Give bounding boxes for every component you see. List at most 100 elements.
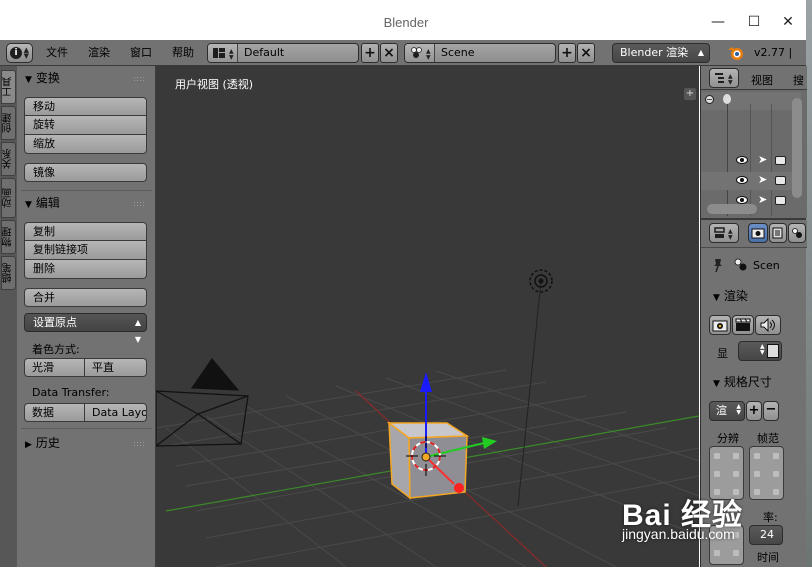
mirror-button[interactable]: 镜像 (24, 163, 147, 182)
selectable-cursor-icon[interactable]: ➤ (758, 173, 767, 186)
tab-physics[interactable]: 物理 (1, 220, 16, 254)
x-axis-arrow-icon[interactable] (454, 483, 464, 493)
tab-tools[interactable]: 工具 (1, 70, 16, 104)
dimensions-panel-title: 规格尺寸 (723, 375, 772, 389)
render-camera-icon[interactable] (775, 176, 786, 185)
selectable-cursor-icon[interactable]: ➤ (758, 153, 767, 166)
outliner-search-menu[interactable]: 搜 (793, 72, 804, 88)
add-scene-button[interactable]: + (558, 43, 576, 63)
close-button[interactable]: ✕ (777, 12, 799, 32)
outliner-view-menu[interactable]: 视图 (751, 72, 773, 88)
render-tab-button[interactable] (748, 223, 768, 243)
layout-icon: ▲ ▼ (208, 44, 238, 62)
scene-context-name: Scen (753, 259, 780, 272)
add-layout-button[interactable]: + (361, 43, 379, 63)
transform-panel-header[interactable]: ▼ 变换 (25, 69, 60, 86)
scene-tab-button[interactable] (788, 223, 806, 243)
set-origin-dropdown[interactable]: 设置原点 ▲ ▼ (24, 313, 147, 344)
drag-grip-icon[interactable] (133, 441, 145, 446)
svg-text:▼: ▼ (426, 54, 431, 61)
shading-label: 着色方式: (32, 343, 80, 356)
delete-button[interactable]: 删除 (24, 260, 147, 279)
render-engine-select[interactable]: Blender 渲染 ▲▼ (612, 43, 710, 75)
edit-panel-header[interactable]: ▼ 编辑 (25, 194, 60, 211)
outliner-editor-type-button[interactable]: ▲ ▼ (709, 68, 739, 88)
drag-grip-icon[interactable] (133, 76, 145, 81)
collapse-icon[interactable]: − (705, 95, 714, 104)
screen-layout-select[interactable]: ▲ ▼ Default (207, 43, 359, 63)
pin-icon[interactable] (711, 257, 725, 273)
remove-layout-button[interactable]: × (380, 43, 398, 63)
scene-select[interactable]: ▲ ▼ Scene (404, 43, 556, 63)
maximize-button[interactable]: ☐ (743, 12, 765, 32)
render-layers-icon (772, 227, 783, 239)
translate-button[interactable]: 移动 (24, 97, 147, 116)
duplicate-linked-button[interactable]: 复制链接项 (24, 241, 147, 260)
frame-rate-value: 24 (760, 528, 774, 541)
shade-smooth-button[interactable]: 光滑 (24, 358, 85, 377)
render-camera-icon[interactable] (775, 156, 786, 165)
render-panel-header[interactable]: ▼ 渲染 (713, 287, 748, 304)
display-mode-select[interactable]: ▲ ▼ (738, 341, 782, 361)
tab-create[interactable]: 创建 (1, 106, 16, 140)
history-panel-header[interactable]: ▶ 历史 (25, 434, 60, 451)
outliner-row[interactable]: ➤ (701, 172, 801, 190)
menu-help[interactable]: 帮助 (172, 40, 194, 66)
tab-grease-pencil[interactable]: 蜡笔 (1, 256, 16, 290)
render-image-button[interactable] (709, 315, 731, 335)
outliner-header: ▲ ▼ 视图 搜 (701, 66, 807, 90)
visibility-eye-icon[interactable] (736, 196, 748, 204)
svg-text:▼: ▼ (229, 54, 234, 61)
frame-range-fields[interactable] (749, 446, 784, 500)
scale-button[interactable]: 缩放 (24, 135, 147, 154)
outliner-editor: ▲ ▼ 视图 搜 − ➤ ➤ ➤ (700, 66, 807, 218)
collapse-triangle-icon: ▼ (713, 379, 720, 389)
menu-render[interactable]: 渲染 (88, 40, 110, 66)
y-axis-arrow-icon[interactable] (482, 437, 497, 449)
data-layout-transfer-button[interactable]: Data Layo (85, 403, 147, 422)
outliner-vertical-scrollbar[interactable] (792, 98, 802, 198)
dimensions-panel-header[interactable]: ▼ 规格尺寸 (713, 373, 772, 390)
render-animation-button[interactable] (732, 315, 754, 335)
viewport-expand-icon[interactable]: + (684, 88, 696, 100)
outliner-row[interactable]: ➤ (701, 152, 801, 170)
add-preset-button[interactable]: + (746, 401, 762, 421)
drag-grip-icon[interactable] (133, 201, 145, 206)
menu-file[interactable]: 文件 (46, 40, 68, 66)
speaker-icon (760, 317, 775, 333)
visibility-eye-icon[interactable] (736, 156, 748, 164)
properties-editor-type-button[interactable]: ▲ ▼ (709, 223, 739, 243)
menu-window[interactable]: 窗口 (130, 40, 152, 66)
tab-relations[interactable]: 关系 (1, 142, 16, 176)
rotate-button[interactable]: 旋转 (24, 116, 147, 135)
duplicate-button[interactable]: 复制 (24, 222, 147, 241)
window-title: Blender (383, 15, 429, 30)
outliner-horizontal-scrollbar[interactable] (707, 204, 757, 214)
camera-icon (751, 228, 765, 239)
shade-flat-button[interactable]: 平直 (85, 358, 147, 377)
resolution-label: 分辨 (717, 432, 739, 445)
outliner-icon: ▲▼ (715, 73, 733, 86)
toolshelf-tabs: 工具 创建 关系 动画 物理 蜡笔 (0, 66, 17, 567)
remove-scene-button[interactable]: × (577, 43, 595, 63)
visibility-eye-icon[interactable] (736, 176, 748, 184)
editor-type-button[interactable]: i ▲ ▼ (6, 43, 33, 63)
tab-animation[interactable]: 动画 (1, 178, 16, 218)
outliner-row[interactable]: − (701, 92, 801, 110)
render-layers-tab-button[interactable] (769, 223, 787, 243)
join-button[interactable]: 合并 (24, 288, 147, 307)
frame-rate-select[interactable]: 24 (749, 525, 783, 545)
minimize-button[interactable]: — (707, 12, 729, 32)
data-transfer-button[interactable]: 数据 (24, 403, 85, 422)
svg-text:▼: ▼ (728, 79, 733, 86)
z-axis-arrow-icon[interactable] (420, 372, 432, 392)
camera-object[interactable] (156, 358, 249, 447)
render-preset-select[interactable]: 渲 ▲ ▼ (709, 401, 745, 421)
selectable-cursor-icon[interactable]: ➤ (758, 193, 767, 206)
edit-panel-title: 编辑 (35, 196, 60, 210)
render-audio-button[interactable] (755, 315, 781, 335)
remove-preset-button[interactable]: − (763, 401, 779, 421)
expand-triangle-icon: ▶ (25, 440, 32, 450)
render-camera-icon[interactable] (775, 196, 786, 205)
3d-viewport[interactable]: 用户视图 (透视) + (156, 66, 699, 567)
